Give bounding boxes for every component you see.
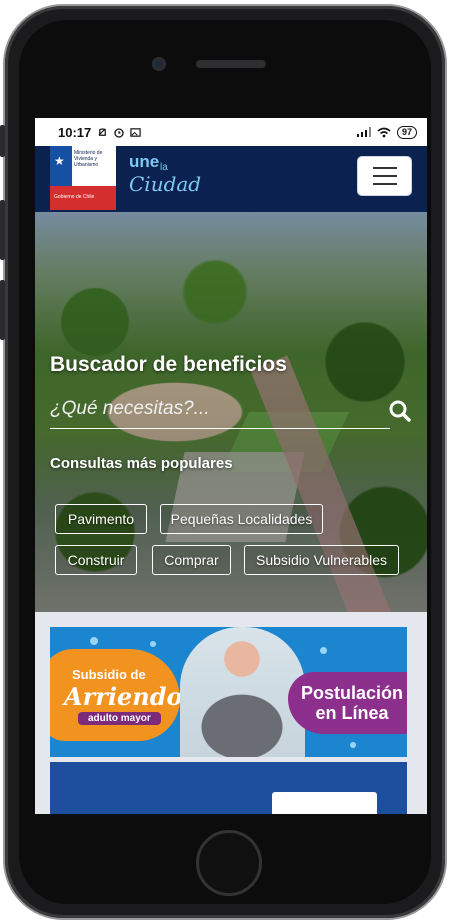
decor-dot [90,637,98,645]
banner-adulto-mayor: adulto mayor [78,712,161,725]
front-camera [152,57,166,71]
chip-construir[interactable]: Construir [55,545,137,575]
signal-icon [356,127,371,137]
decor-dot [350,742,356,748]
menu-bar [372,175,397,177]
decor-dot [150,641,156,647]
subsidio-arriendo-banner[interactable]: Subsidio de Arriendo adulto mayor Postul… [50,627,407,757]
chip-pavimento[interactable]: Pavimento [55,504,147,534]
gallery-icon [130,127,141,137]
status-bar: 10:17 97 [35,118,427,146]
logo-une: une [129,152,160,171]
wifi-icon [377,127,391,137]
decor-dot [320,647,327,654]
search-icon[interactable] [389,400,411,422]
volume-up-button [0,200,5,260]
secondary-banner[interactable] [50,762,407,814]
menu-bar [372,183,397,185]
home-button[interactable] [196,830,262,896]
secondary-banner-card [272,792,377,814]
benefits-search-title: Buscador de beneficios [50,353,287,376]
chip-pequenas-localidades[interactable]: Pequeñas Localidades [160,504,323,534]
do-not-disturb-icon [98,127,107,136]
search-input[interactable] [50,394,370,424]
banner-postulacion-en-linea: Postulación en Línea [300,683,403,723]
logo-ciudad: Ciudad [129,172,202,196]
mute-switch [0,125,5,157]
menu-button[interactable] [357,156,412,196]
government-name: Gobierno de Chile [54,194,95,200]
status-notification-icons [97,126,141,138]
menu-bar [372,167,397,169]
star-icon: ★ [54,154,65,168]
volume-down-button [0,280,5,340]
banner-photo-senior-woman [180,627,305,757]
popular-queries-title: Consultas más populares [50,455,233,472]
chip-subsidio-vulnerables[interactable]: Subsidio Vulnerables [244,545,399,575]
hero-banner: Buscador de beneficios Consultas más pop… [35,212,427,612]
alarm-icon [114,128,124,138]
ministry-name: Ministerio de Vivienda y Urbanismo [74,150,103,168]
status-right: 97 [356,125,417,139]
government-logo[interactable]: ★ Ministerio de Vivienda y Urbanismo Gob… [50,146,116,210]
site-header: ★ Ministerio de Vivienda y Urbanismo Gob… [35,146,427,212]
search-bar [50,394,390,429]
earpiece-speaker [196,60,266,68]
battery-indicator: 97 [396,125,417,139]
chip-comprar[interactable]: Comprar [152,545,231,575]
status-time: 10:17 [58,124,92,140]
banner-arriendo: Arriendo [64,682,183,711]
content-section: Subsidio de Arriendo adulto mayor Postul… [35,612,427,814]
banner-subsidio-de: Subsidio de [72,667,146,682]
screen: 10:17 97 ★ Ministerio de Vivienda y Urba… [35,118,427,814]
